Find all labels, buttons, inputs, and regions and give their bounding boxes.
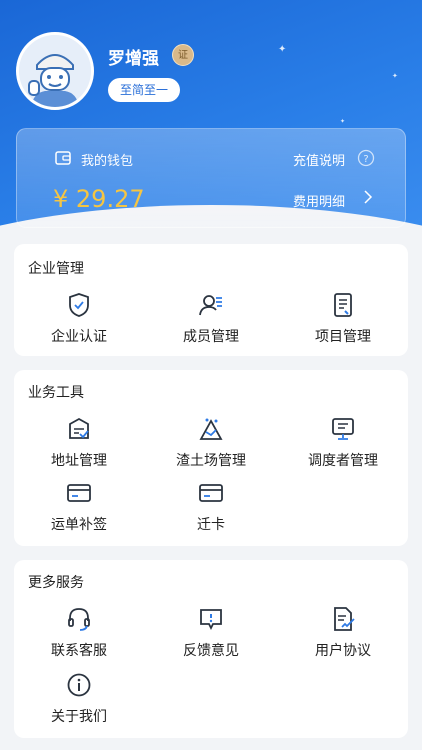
help-icon[interactable]: ? bbox=[357, 149, 375, 167]
dump-site-management-item[interactable]: 渣土场管理 bbox=[146, 416, 276, 476]
more-services-card: 更多服务 联系客服 反馈意见 用户协议 关于我们 bbox=[14, 560, 408, 738]
item-label: 地址管理 bbox=[51, 453, 107, 469]
wallet-card: 我的钱包 充值说明 ? ¥ 29.27 费用明细 bbox=[16, 128, 406, 228]
document-icon bbox=[334, 293, 352, 317]
dispatcher-management-item[interactable]: 调度者管理 bbox=[278, 416, 408, 476]
member-management-item[interactable]: 成员管理 bbox=[146, 292, 276, 352]
item-label: 联系客服 bbox=[51, 643, 107, 659]
company-tag[interactable]: 至简至一 bbox=[108, 78, 181, 102]
transfer-card-item[interactable]: 迁卡 bbox=[146, 480, 276, 540]
item-label: 企业认证 bbox=[51, 329, 107, 345]
section-title: 更多服务 bbox=[28, 575, 84, 591]
waybill-resign-item[interactable]: 运单补签 bbox=[14, 480, 144, 540]
item-label: 渣土场管理 bbox=[176, 453, 246, 469]
user-agreement-item[interactable]: 用户协议 bbox=[278, 606, 408, 666]
worker-avatar-icon bbox=[19, 35, 91, 107]
enterprise-cert-item[interactable]: 企业认证 bbox=[14, 292, 144, 352]
fee-detail-link[interactable]: 费用明细 bbox=[293, 191, 345, 210]
dump-site-icon bbox=[199, 418, 223, 440]
username: 罗增强 bbox=[108, 49, 159, 69]
item-label: 关于我们 bbox=[51, 709, 107, 725]
member-icon bbox=[199, 295, 222, 316]
card-icon bbox=[67, 484, 91, 502]
address-management-item[interactable]: 地址管理 bbox=[14, 416, 144, 476]
item-label: 调度者管理 bbox=[308, 453, 378, 469]
avatar[interactable] bbox=[16, 32, 94, 110]
sparkle-icon: ✦ bbox=[340, 118, 346, 125]
wallet-icon bbox=[55, 151, 71, 165]
item-label: 成员管理 bbox=[183, 329, 239, 345]
about-us-item[interactable]: 关于我们 bbox=[14, 672, 144, 732]
card-icon bbox=[199, 484, 223, 502]
business-tools-card: 业务工具 地址管理 渣土场管理 调度者管理 运单补签 迁卡 bbox=[14, 370, 408, 546]
feedback-item[interactable]: 反馈意见 bbox=[146, 606, 276, 666]
sparkle-icon: ✦ bbox=[278, 44, 287, 55]
svg-text:?: ? bbox=[363, 154, 368, 165]
item-label: 反馈意见 bbox=[183, 643, 239, 659]
item-label: 用户协议 bbox=[315, 643, 371, 659]
monitor-icon bbox=[332, 418, 354, 440]
item-label: 项目管理 bbox=[315, 329, 371, 345]
wallet-label: 我的钱包 bbox=[81, 154, 134, 169]
project-management-item[interactable]: 项目管理 bbox=[278, 292, 408, 352]
certified-badge: 证 bbox=[172, 44, 194, 66]
item-label: 运单补签 bbox=[51, 517, 107, 533]
section-title: 业务工具 bbox=[28, 385, 84, 401]
wallet-balance: ¥ 29.27 bbox=[53, 185, 145, 213]
section-title: 企业管理 bbox=[28, 261, 84, 277]
recharge-info-link[interactable]: 充值说明 bbox=[293, 150, 345, 169]
enterprise-card: 企业管理 企业认证 成员管理 项目管理 bbox=[14, 244, 408, 356]
info-icon bbox=[67, 673, 91, 697]
address-box-icon bbox=[69, 417, 89, 439]
item-label: 迁卡 bbox=[197, 517, 225, 533]
chevron-right-icon[interactable] bbox=[363, 189, 373, 205]
headset-icon bbox=[68, 608, 90, 631]
shield-check-icon bbox=[69, 293, 89, 317]
sparkle-icon: ✦ bbox=[392, 72, 398, 80]
feedback-icon bbox=[200, 609, 222, 631]
agreement-icon bbox=[334, 607, 355, 631]
customer-service-item[interactable]: 联系客服 bbox=[14, 606, 144, 666]
